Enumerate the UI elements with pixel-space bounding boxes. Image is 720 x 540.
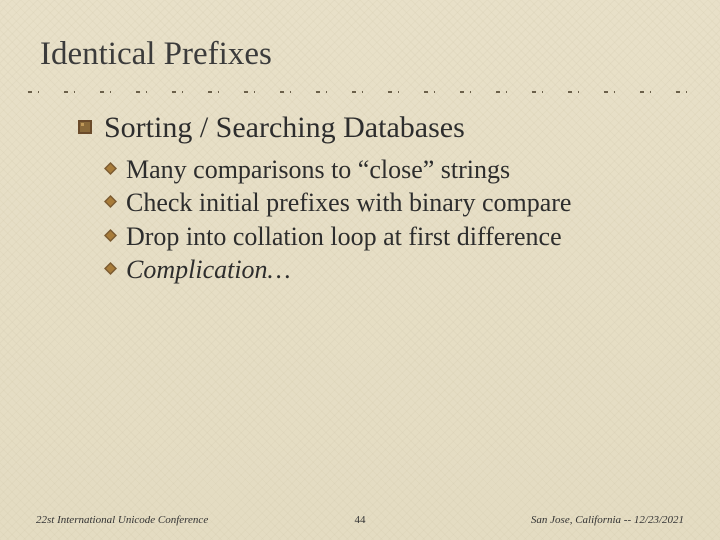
- diamond-bullet-icon: [104, 162, 117, 175]
- slide-title: Identical Prefixes: [40, 36, 272, 73]
- square-bullet-icon: [78, 120, 92, 134]
- slide-footer: 22st International Unicode Conference 44…: [0, 514, 720, 526]
- bullet-level1-text: Sorting / Searching Databases: [104, 111, 465, 144]
- slide-number: 44: [355, 514, 366, 526]
- bullet-level2: Check initial prefixes with binary compa…: [104, 186, 680, 219]
- bullet-level2: Drop into collation loop at first differ…: [104, 220, 680, 253]
- divider-line: [28, 90, 692, 94]
- bullet-level2-text: Complication…: [126, 255, 291, 284]
- bullet-level2-text: Drop into collation loop at first differ…: [126, 222, 562, 251]
- slide-content: Sorting / Searching Databases Many compa…: [78, 108, 680, 286]
- diamond-bullet-icon: [104, 195, 117, 208]
- sub-bullet-list: Many comparisons to “close” strings Chec…: [78, 153, 680, 286]
- footer-right: San Jose, California -- 12/23/2021: [531, 514, 684, 526]
- diamond-bullet-icon: [104, 262, 117, 275]
- bullet-level2-text: Many comparisons to “close” strings: [126, 155, 510, 184]
- footer-left: 22st International Unicode Conference: [36, 514, 208, 526]
- bullet-level2: Complication…: [104, 253, 680, 286]
- diamond-bullet-icon: [104, 229, 117, 242]
- bullet-level2-text: Check initial prefixes with binary compa…: [126, 188, 571, 217]
- bullet-level1: Sorting / Searching Databases: [78, 108, 680, 147]
- bullet-level2: Many comparisons to “close” strings: [104, 153, 680, 186]
